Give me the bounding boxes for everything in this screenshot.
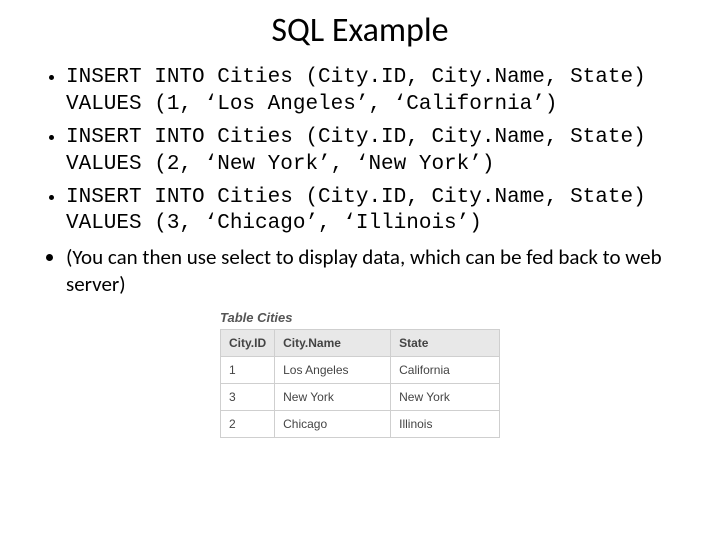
table-body: 1 Los Angeles California 3 New York New …: [221, 357, 500, 438]
list-item: (You can then use select to display data…: [66, 244, 680, 298]
table-cell: 2: [221, 411, 275, 438]
table-container: Table Cities City.ID City.Name State 1 L…: [220, 310, 500, 438]
table-cell: 1: [221, 357, 275, 384]
table-header-cell: City.ID: [221, 330, 275, 357]
table-header-cell: State: [391, 330, 500, 357]
table-header: City.ID City.Name State: [221, 330, 500, 357]
list-item: INSERT INTO Cities (City.ID, City.Name, …: [66, 125, 680, 179]
table-row: City.ID City.Name State: [221, 330, 500, 357]
table-cell: Los Angeles: [275, 357, 391, 384]
table-row: 2 Chicago Illinois: [221, 411, 500, 438]
table-cell: Illinois: [391, 411, 500, 438]
table-row: 3 New York New York: [221, 384, 500, 411]
table-header-cell: City.Name: [275, 330, 391, 357]
table-row: 1 Los Angeles California: [221, 357, 500, 384]
slide: SQL Example INSERT INTO Cities (City.ID,…: [0, 0, 720, 540]
table-cell: New York: [275, 384, 391, 411]
table-cell: Chicago: [275, 411, 391, 438]
table-cell: 3: [221, 384, 275, 411]
page-title: SQL Example: [40, 10, 680, 51]
table-cell: California: [391, 357, 500, 384]
list-item: INSERT INTO Cities (City.ID, City.Name, …: [66, 65, 680, 119]
list-item: INSERT INTO Cities (City.ID, City.Name, …: [66, 185, 680, 239]
table-cell: New York: [391, 384, 500, 411]
bullet-list: INSERT INTO Cities (City.ID, City.Name, …: [40, 65, 680, 298]
table-caption: Table Cities: [220, 310, 500, 325]
cities-table: City.ID City.Name State 1 Los Angeles Ca…: [220, 329, 500, 438]
